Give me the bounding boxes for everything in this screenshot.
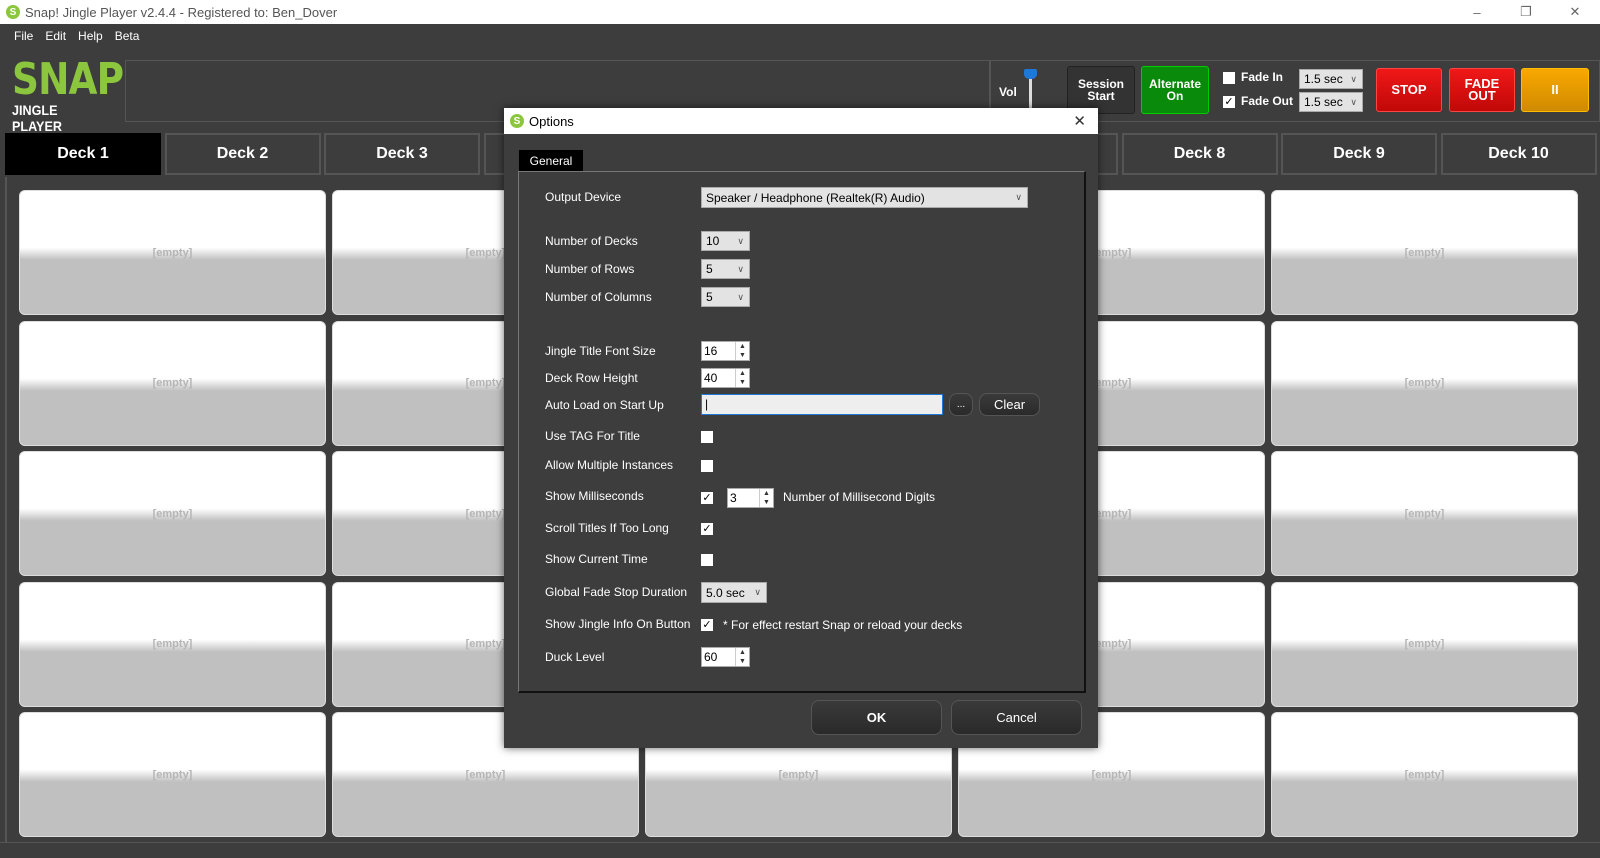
jingle-button[interactable]: [empty] [1271, 190, 1578, 315]
scroll-titles-checkbox[interactable]: ✓ [701, 523, 713, 535]
jingle-button[interactable]: [empty] [19, 451, 326, 576]
jingle-info-note: * For effect restart Snap or reload your… [723, 618, 963, 632]
num-rows-select[interactable]: 5 ∨ [701, 259, 750, 279]
fade-out-label: Fade Out [1241, 94, 1294, 108]
show-ms-checkbox[interactable]: ✓ [701, 492, 713, 504]
jingle-button[interactable]: [empty] [19, 581, 326, 707]
ok-button[interactable]: OK [811, 700, 942, 735]
cancel-button[interactable]: Cancel [951, 700, 1082, 735]
fade-in-checkbox[interactable] [1223, 72, 1235, 84]
menu-file[interactable]: File [14, 29, 33, 43]
menu-beta[interactable]: Beta [115, 29, 140, 43]
pause-button[interactable]: II [1521, 68, 1589, 112]
jingle-button[interactable]: [empty] [1271, 451, 1578, 576]
font-size-label: Jingle Title Font Size [545, 344, 656, 358]
spin-arrows-icon[interactable]: ▲ ▼ [759, 489, 773, 507]
spin-arrows-icon[interactable]: ▲ ▼ [735, 342, 749, 360]
auto-load-label: Auto Load on Start Up [545, 398, 664, 412]
dialog-title: Options [529, 113, 574, 129]
fade-out-button[interactable]: FADE OUT [1449, 68, 1515, 112]
ms-digits-stepper[interactable]: 3 ▲ ▼ [727, 488, 774, 508]
alternate-on-button[interactable]: Alternate On [1141, 66, 1209, 114]
jingle-button[interactable]: [empty] [1271, 712, 1578, 837]
row-height-stepper[interactable]: 40 ▲ ▼ [701, 368, 750, 388]
jingle-button[interactable]: [empty] [1271, 320, 1578, 446]
general-panel: Output Device Speaker / Headphone (Realt… [518, 171, 1086, 693]
use-tag-checkbox[interactable] [701, 431, 713, 443]
deck-tab-9[interactable]: Deck 9 [1281, 133, 1437, 175]
jingle-button[interactable]: [empty] [19, 320, 326, 446]
fade-in-label: Fade In [1241, 70, 1284, 84]
chevron-down-icon: ∨ [737, 235, 744, 246]
minimize-icon[interactable]: – [1454, 0, 1500, 24]
num-cols-select[interactable]: 5 ∨ [701, 287, 750, 307]
num-decks-select[interactable]: 10 ∨ [701, 231, 750, 251]
title-bar: S Snap! Jingle Player v2.4.4 - Registere… [0, 0, 1600, 24]
num-cols-label: Number of Columns [545, 290, 652, 304]
chevron-down-icon: ∨ [737, 263, 744, 274]
duck-level-stepper[interactable]: 60 ▲ ▼ [701, 647, 750, 667]
chevron-down-icon: ∨ [1350, 96, 1357, 107]
auto-load-input[interactable]: | [701, 394, 943, 415]
spin-arrows-icon[interactable]: ▲ ▼ [735, 369, 749, 387]
jingle-button[interactable]: [empty] [1271, 581, 1578, 707]
chevron-down-icon: ∨ [1350, 73, 1357, 84]
restore-icon[interactable]: ❐ [1503, 0, 1549, 24]
jingle-info-checkbox[interactable]: ✓ [701, 619, 713, 631]
use-tag-label: Use TAG For Title [545, 429, 640, 443]
scroll-titles-label: Scroll Titles If Too Long [545, 521, 669, 535]
menu-help[interactable]: Help [78, 29, 103, 43]
fade-in-select[interactable]: 1.5 sec ∨ [1299, 69, 1363, 89]
fade-out-checkbox[interactable]: ✓ [1223, 96, 1235, 108]
global-fade-select[interactable]: 5.0 sec ∨ [701, 582, 767, 603]
session-start-button[interactable]: Session Start [1067, 66, 1135, 114]
deck-tab-8[interactable]: Deck 8 [1121, 133, 1278, 175]
duck-level-label: Duck Level [545, 650, 605, 664]
deck-tab-3[interactable]: Deck 3 [324, 133, 480, 175]
output-device-select[interactable]: Speaker / Headphone (Realtek(R) Audio) ∨ [701, 187, 1028, 208]
stop-button[interactable]: STOP [1376, 68, 1442, 112]
tab-general[interactable]: General [519, 150, 583, 171]
num-rows-label: Number of Rows [545, 262, 635, 276]
options-dialog: S Options ✕ General Output Device Speake… [504, 108, 1098, 748]
window-title: Snap! Jingle Player v2.4.4 - Registered … [25, 4, 338, 20]
dialog-title-bar: S Options ✕ [504, 108, 1098, 134]
current-time-checkbox[interactable] [701, 554, 713, 566]
volume-slider-thumb[interactable] [1024, 69, 1037, 79]
multi-instances-checkbox[interactable] [701, 460, 713, 472]
clear-button[interactable]: Clear [979, 393, 1040, 416]
show-ms-label: Show Milliseconds [545, 489, 644, 503]
close-icon[interactable]: ✕ [1552, 0, 1598, 24]
chevron-down-icon: ∨ [737, 291, 744, 302]
browse-button[interactable]: ... [949, 393, 973, 416]
font-size-stepper[interactable]: 16 ▲ ▼ [701, 341, 750, 361]
row-height-label: Deck Row Height [545, 371, 638, 385]
ms-digits-label: Number of Millisecond Digits [783, 490, 936, 504]
snap-s-icon: S [510, 114, 524, 128]
current-time-label: Show Current Time [545, 552, 648, 566]
multi-instances-label: Allow Multiple Instances [545, 458, 674, 472]
jingle-button[interactable]: [empty] [19, 190, 326, 315]
chevron-down-icon: ∨ [754, 587, 761, 597]
jingle-button[interactable]: [empty] [19, 712, 326, 837]
menu-edit[interactable]: Edit [45, 29, 66, 43]
status-bar [0, 842, 1600, 858]
logo: SNAP! JINGLE PLAYER [12, 54, 140, 135]
jingle-info-label: Show Jingle Info On Button [545, 617, 691, 631]
num-decks-label: Number of Decks [545, 234, 638, 248]
close-icon[interactable]: ✕ [1073, 112, 1086, 130]
chevron-down-icon: ∨ [1015, 192, 1022, 202]
output-device-label: Output Device [545, 190, 622, 204]
spin-arrows-icon[interactable]: ▲ ▼ [735, 648, 749, 666]
vol-label: Vol [999, 85, 1017, 99]
snap-s-icon: S [6, 5, 20, 19]
global-fade-label: Global Fade Stop Duration [545, 585, 688, 599]
deck-tab-10[interactable]: Deck 10 [1440, 133, 1597, 175]
fade-out-select[interactable]: 1.5 sec ∨ [1299, 92, 1363, 112]
menu-bar: File Edit Help Beta [0, 24, 1600, 48]
deck-tab-1[interactable]: Deck 1 [5, 133, 161, 175]
deck-tab-2[interactable]: Deck 2 [164, 133, 321, 175]
